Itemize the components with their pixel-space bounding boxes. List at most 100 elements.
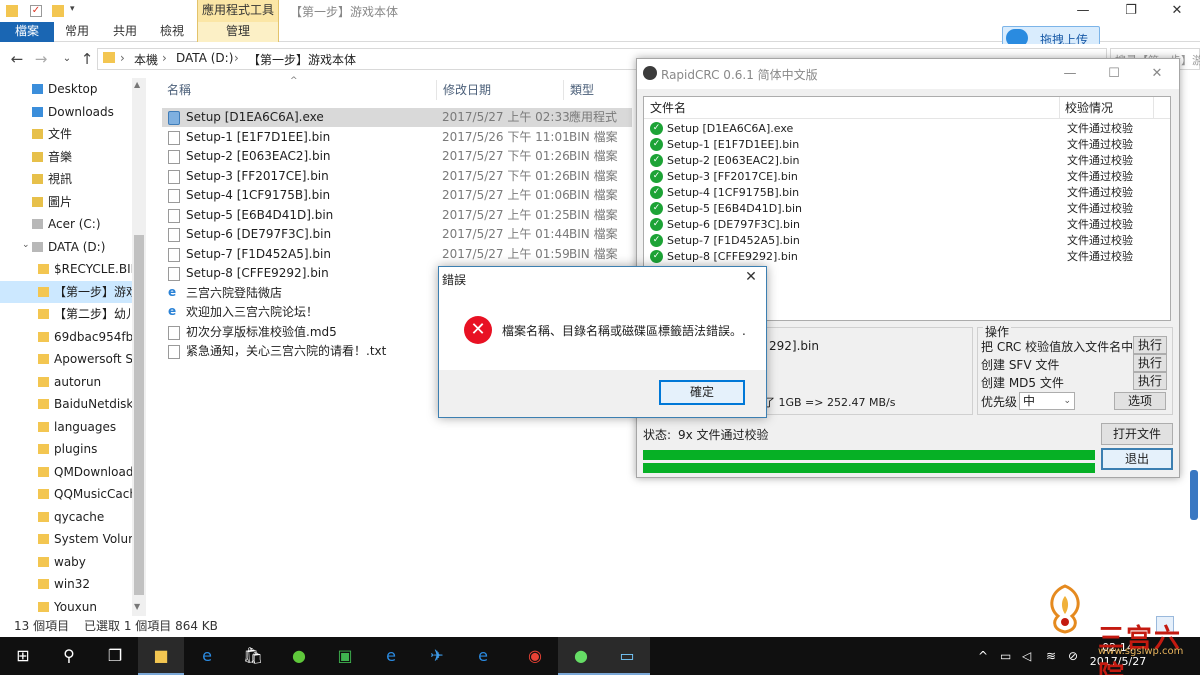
scroll-indicator[interactable] — [1190, 470, 1198, 520]
sidebar-item[interactable]: QQMusicCach — [0, 483, 132, 505]
back-arrow-icon[interactable]: ← — [8, 50, 26, 68]
column-header-filename[interactable]: 文件名 — [650, 97, 686, 119]
minimize-icon[interactable]: — — [1060, 0, 1106, 22]
scroll-up-icon[interactable]: ▲ — [134, 80, 140, 89]
close-icon[interactable]: ✕ — [1142, 63, 1172, 85]
maximize-icon[interactable]: ☐ — [1099, 63, 1129, 85]
column-header-name[interactable]: 名稱 — [167, 80, 191, 102]
sidebar-item[interactable]: qycache — [0, 506, 132, 528]
sidebar-item[interactable]: autorun — [0, 371, 132, 393]
checksum-row[interactable]: ✓ Setup-3 [FF2017CE].bin 文件通过校验 — [648, 169, 1163, 185]
checksum-row[interactable]: ✓ Setup [D1EA6C6A].exe 文件通过校验 — [648, 121, 1163, 137]
app-taskbar-icon[interactable]: ▭ — [604, 637, 650, 675]
open-file-button[interactable]: 打开文件 — [1101, 423, 1173, 445]
internet-explorer-icon[interactable]: e — [368, 637, 414, 675]
column-header-date[interactable]: 修改日期 — [443, 80, 491, 102]
internet-explorer-icon[interactable]: e — [460, 637, 506, 675]
sidebar-item[interactable]: System Volum — [0, 528, 132, 550]
sidebar-item[interactable]: QMDownload — [0, 461, 132, 483]
breadcrumb-data-drive[interactable]: DATA (D:) — [176, 51, 233, 65]
wechat-icon[interactable]: ● — [276, 637, 322, 675]
execute-button[interactable]: 执行 — [1133, 354, 1167, 372]
minimize-icon[interactable]: — — [1055, 63, 1085, 85]
qat-dropdown-icon[interactable]: ▾ — [70, 4, 75, 14]
checksum-row[interactable]: ✓ Setup-8 [CFFE9292].bin 文件通过校验 — [648, 249, 1163, 265]
column-header-status[interactable]: 校验情况 — [1065, 97, 1113, 119]
file-row[interactable]: Setup [D1EA6C6A].exe 2017/5/27 上午 02:33 應用… — [162, 108, 632, 127]
scroll-down-icon[interactable]: ▼ — [134, 602, 140, 611]
up-arrow-icon[interactable]: ↑ — [78, 50, 96, 68]
breadcrumb-this-pc[interactable]: 本機 — [134, 51, 158, 68]
thunder-icon[interactable]: ✈ — [414, 637, 460, 675]
tab-home[interactable]: 常用 — [56, 22, 98, 42]
column-divider[interactable] — [563, 80, 564, 100]
checksum-row[interactable]: ✓ Setup-1 [E1F7D1EE].bin 文件通过校验 — [648, 137, 1163, 153]
sidebar-item[interactable]: Downloads — [0, 101, 132, 123]
sidebar-item[interactable]: 文件 — [0, 123, 132, 145]
file-list-scrollbar[interactable] — [1186, 78, 1200, 616]
breadcrumb-separator[interactable]: › — [234, 51, 239, 65]
file-row[interactable]: Setup-1 [E1F7D1EE].bin 2017/5/26 下午 11:01… — [162, 128, 632, 147]
exit-button[interactable]: 退出 — [1101, 448, 1173, 470]
tab-share[interactable]: 共用 — [104, 22, 146, 42]
breadcrumb-separator[interactable]: › — [120, 51, 125, 65]
sidebar-item[interactable]: BaiduNetdiskD — [0, 393, 132, 415]
expand-chevron-icon[interactable]: ⌄ — [22, 240, 30, 250]
checksum-row[interactable]: ✓ Setup-5 [E6B4D41D].bin 文件通过校验 — [648, 201, 1163, 217]
sidebar-item[interactable]: 【第二步】幼儿 — [0, 303, 132, 325]
file-row[interactable]: Setup-7 [F1D452A5].bin 2017/5/27 上午 01:59… — [162, 245, 632, 264]
file-row[interactable]: Setup-5 [E6B4D41D].bin 2017/5/27 上午 01:25… — [162, 206, 632, 225]
edge-icon[interactable]: e — [184, 637, 230, 675]
chrome-icon[interactable]: ◉ — [512, 637, 558, 675]
column-divider[interactable] — [1153, 97, 1154, 119]
sidebar-item[interactable]: 音樂 — [0, 146, 132, 168]
column-divider[interactable] — [1059, 97, 1060, 119]
breadcrumb-separator[interactable]: › — [162, 51, 167, 65]
rapidcrc-taskbar-icon[interactable]: ● — [558, 637, 604, 675]
tab-view[interactable]: 檢視 — [150, 22, 194, 42]
priority-select[interactable]: 中 ⌄ — [1019, 392, 1075, 410]
windows-start-icon[interactable]: ⊞ — [0, 637, 46, 675]
checksum-row[interactable]: ✓ Setup-7 [F1D452A5].bin 文件通过校验 — [648, 233, 1163, 249]
nav-scrollbar-thumb[interactable] — [134, 235, 144, 595]
recent-dropdown-icon[interactable]: ⌄ — [58, 50, 76, 68]
file-explorer-icon[interactable]: ■ — [138, 637, 184, 675]
sidebar-item[interactable]: 【第一步】游戏 — [0, 280, 132, 303]
column-divider[interactable] — [436, 80, 437, 100]
checksum-row[interactable]: ✓ Setup-2 [E063EAC2].bin 文件通过校验 — [648, 153, 1163, 169]
sidebar-item[interactable]: 圖片 — [0, 191, 132, 213]
volume-icon[interactable]: ◁ — [1022, 649, 1031, 663]
ok-button[interactable]: 確定 — [659, 380, 745, 405]
close-icon[interactable]: ✕ — [1154, 0, 1200, 22]
sidebar-item[interactable]: waby — [0, 551, 132, 573]
tab-manage[interactable]: 管理 — [197, 22, 279, 42]
execute-button[interactable]: 执行 — [1133, 372, 1167, 390]
sidebar-item[interactable]: 視訊 — [0, 168, 132, 190]
sidebar-item[interactable]: Apowersoft Sc — [0, 348, 132, 370]
close-icon[interactable]: ✕ — [739, 269, 763, 285]
properties-icon[interactable]: ✓ — [30, 5, 42, 17]
sidebar-item[interactable]: $RECYCLE.BIN — [0, 258, 132, 280]
sidebar-item[interactable]: 69dbac954fbd — [0, 326, 132, 348]
file-row[interactable]: Setup-6 [DE797F3C].bin 2017/5/27 上午 01:44… — [162, 225, 632, 244]
sidebar-item[interactable]: DATA (D:) — [0, 236, 132, 258]
sidebar-item[interactable]: Youxun — [0, 596, 132, 618]
store-icon[interactable]: 🛍 — [230, 637, 276, 675]
sidebar-item[interactable]: Acer (C:) — [0, 213, 132, 235]
chevron-up-icon[interactable]: ^ — [978, 649, 988, 663]
new-folder-icon[interactable] — [52, 5, 64, 17]
file-row[interactable]: Setup-2 [E063EAC2].bin 2017/5/27 下午 01:26… — [162, 147, 632, 166]
checksum-row[interactable]: ✓ Setup-6 [DE797F3C].bin 文件通过校验 — [648, 217, 1163, 233]
sidebar-item[interactable]: plugins — [0, 438, 132, 460]
sidebar-item[interactable]: win32 — [0, 573, 132, 595]
tab-file[interactable]: 檔案 — [0, 22, 54, 42]
file-row[interactable]: Setup-4 [1CF9175B].bin 2017/5/27 上午 01:06… — [162, 186, 632, 205]
breadcrumb-current[interactable]: 【第一步】游戏本体 — [248, 51, 356, 68]
checksum-row[interactable]: ✓ Setup-4 [1CF9175B].bin 文件通过校验 — [648, 185, 1163, 201]
maximize-icon[interactable]: ❐ — [1108, 0, 1154, 22]
wifi-icon[interactable]: ≋ — [1046, 649, 1056, 663]
forward-arrow-icon[interactable]: → — [32, 50, 50, 68]
search-icon[interactable]: ⚲ — [46, 637, 92, 675]
column-header-type[interactable]: 類型 — [570, 80, 594, 102]
sidebar-item[interactable]: languages — [0, 416, 132, 438]
